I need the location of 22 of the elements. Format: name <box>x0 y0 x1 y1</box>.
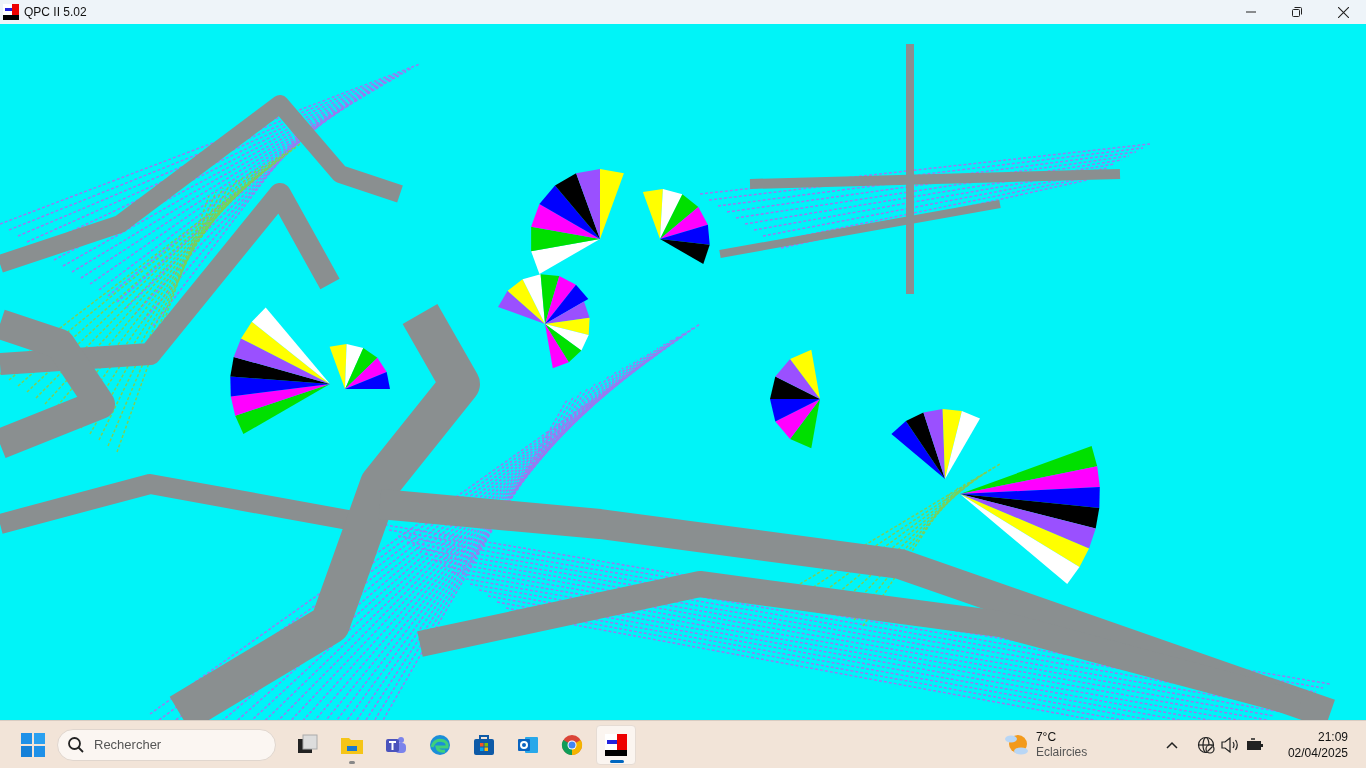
shopping-bag-icon <box>472 732 496 757</box>
chevron-up-icon[interactable] <box>1165 740 1178 749</box>
round-tricolor-icon <box>560 732 584 757</box>
weather-condition: Eclaircies <box>1035 744 1089 760</box>
app-logo-icon <box>3 4 19 20</box>
running-indicator <box>349 760 355 764</box>
restore-icon <box>1292 7 1302 17</box>
search-icon <box>67 735 85 754</box>
wave-swirl-icon <box>428 732 452 757</box>
active-indicator <box>610 759 624 763</box>
clock-time[interactable]: 21:09 <box>1317 728 1348 745</box>
taskbar-app-button[interactable] <box>596 724 636 765</box>
speaker-icon[interactable] <box>1220 736 1239 753</box>
app-logo-icon <box>604 732 628 757</box>
globe-icon[interactable] <box>1196 735 1215 754</box>
clock-date[interactable]: 02/04/2025 <box>1287 744 1348 761</box>
weather-temperature: 7°C <box>1035 729 1058 745</box>
search-field[interactable]: Rechercher <box>57 728 276 761</box>
window-title: QPC II 5.02 <box>24 4 87 21</box>
battery-icon[interactable] <box>1245 737 1264 752</box>
close-icon <box>1337 6 1349 18</box>
start-icon[interactable] <box>21 732 45 757</box>
